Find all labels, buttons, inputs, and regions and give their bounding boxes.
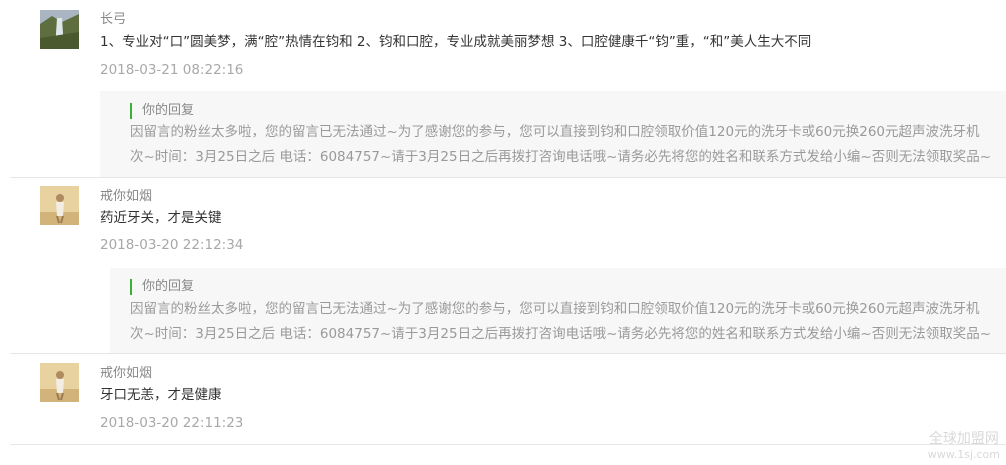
comment-text: 药近牙关，才是关键 xyxy=(100,210,222,226)
comment-author[interactable]: 戒你如烟 xyxy=(100,189,152,205)
watermark-url: www.1sj.com xyxy=(927,448,1000,461)
comment-time: 2018-03-21 08:22:16 xyxy=(100,62,244,78)
comment-item: 戒你如烟 牙口无恙，才是健康 2018-03-20 22:11:23 xyxy=(0,354,1006,444)
reply-box: 你的回复 因留言的粉丝太多啦，您的留言已无法通过~为了感谢您的参与，您可以直接到… xyxy=(110,268,1006,353)
comment-time: 2018-03-20 22:11:23 xyxy=(100,415,244,431)
reply-text-line-2: 次~时间：3月25日之后 电话：6084757~请于3月25日之后再拨打咨询电话… xyxy=(130,149,992,165)
comment-time: 2018-03-20 22:12:34 xyxy=(100,237,244,253)
reply-title: 你的回复 xyxy=(130,103,194,119)
watermark-title: 全球加盟网 xyxy=(928,431,999,447)
avatar[interactable] xyxy=(40,186,79,225)
comment-author[interactable]: 戒你如烟 xyxy=(100,366,152,382)
comment-text: 牙口无恙，才是健康 xyxy=(100,387,222,403)
divider xyxy=(10,444,1006,445)
comment-text: 1、专业对“口”圆美梦，满“腔”热情在钧和 2、钧和口腔，专业成就美丽梦想 3、… xyxy=(100,34,812,50)
avatar[interactable] xyxy=(40,363,79,402)
reply-title: 你的回复 xyxy=(130,279,194,295)
reply-box: 你的回复 因留言的粉丝太多啦，您的留言已无法通过~为了感谢您的参与，您可以直接到… xyxy=(100,91,1006,177)
comment-item: 长弓 1、专业对“口”圆美梦，满“腔”热情在钧和 2、钧和口腔，专业成就美丽梦想… xyxy=(0,0,1006,177)
site-watermark: 全球加盟网 www.1sj.com xyxy=(928,431,1000,463)
avatar[interactable] xyxy=(40,10,79,49)
comment-item: 戒你如烟 药近牙关，才是关键 2018-03-20 22:12:34 你的回复 … xyxy=(0,178,1006,353)
reply-text-line-1: 因留言的粉丝太多啦，您的留言已无法通过~为了感谢您的参与，您可以直接到钧和口腔领… xyxy=(130,301,980,317)
reply-text-line-1: 因留言的粉丝太多啦，您的留言已无法通过~为了感谢您的参与，您可以直接到钧和口腔领… xyxy=(130,124,980,140)
comment-author[interactable]: 长弓 xyxy=(100,12,126,28)
reply-text-line-2: 次~时间：3月25日之后 电话：6084757~请于3月25日之后再拨打咨询电话… xyxy=(130,326,992,342)
